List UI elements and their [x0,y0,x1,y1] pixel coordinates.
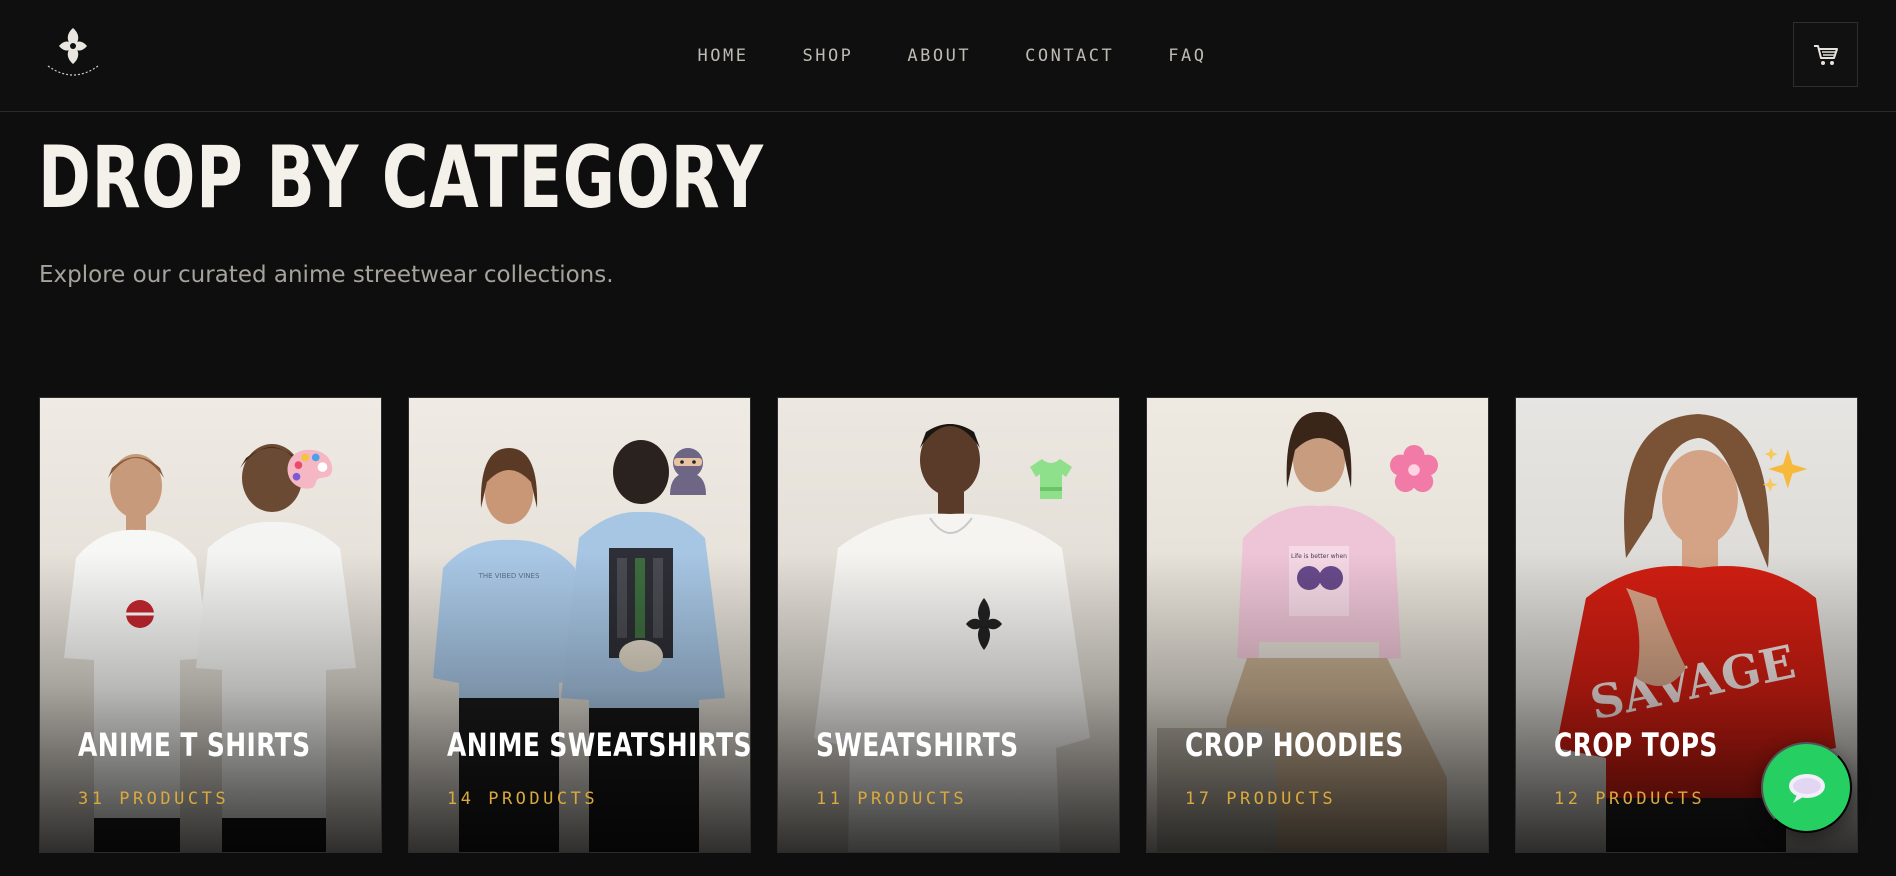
ninja-icon [663,444,713,495]
category-count: 17 PRODUCTS [1185,789,1337,809]
category-card-anime-t-shirts[interactable]: ANIME T SHIRTS 31 PRODUCTS [39,397,382,853]
category-title: CROP HOODIES [1185,726,1404,764]
cart-button[interactable] [1793,22,1858,87]
sparkles-icon [1760,444,1810,494]
nav-faq-link[interactable]: FAQ [1168,46,1206,66]
tshirt-icon [1026,454,1076,504]
chat-bubble-icon [1788,773,1825,803]
category-count: 14 PRODUCTS [447,789,599,809]
category-count: 12 PRODUCTS [1554,789,1706,809]
nav-about-link[interactable]: ABOUT [907,46,971,66]
nav-contact-link[interactable]: CONTACT [1025,46,1114,66]
cart-icon [1813,44,1838,65]
category-card-anime-sweatshirts[interactable]: THE VIBED VINES ANIME SWEATSHIRTS 14 PRO… [408,397,751,853]
nav-home-link[interactable]: HOME [698,46,749,66]
section-title: DROP BY CATEGORY [38,128,764,228]
cherry-blossom-icon [1389,444,1439,494]
section-subtitle: Explore our curated anime streetwear col… [39,262,614,288]
category-count: 31 PRODUCTS [78,789,230,809]
category-title: SWEATSHIRTS [816,726,1019,764]
category-count: 11 PRODUCTS [816,789,968,809]
palette-icon [284,444,334,494]
category-grid: ANIME T SHIRTS 31 PRODUCTS THE VIBED VIN… [39,397,1859,853]
category-title: CROP TOPS [1554,726,1718,764]
main-menu: HOME SHOP ABOUT CONTACT FAQ [0,0,1896,112]
category-title: ANIME T SHIRTS [78,726,311,764]
nav-shop-link[interactable]: SHOP [802,46,853,66]
chat-button[interactable] [1761,742,1852,833]
category-title: ANIME SWEATSHIRTS [447,726,751,764]
top-navigation: HOME SHOP ABOUT CONTACT FAQ [0,0,1896,112]
category-card-sweatshirts[interactable]: SWEATSHIRTS 11 PRODUCTS [777,397,1120,853]
category-card-crop-hoodies[interactable]: Life is better when CROP HOODIES 17 PROD… [1146,397,1489,853]
